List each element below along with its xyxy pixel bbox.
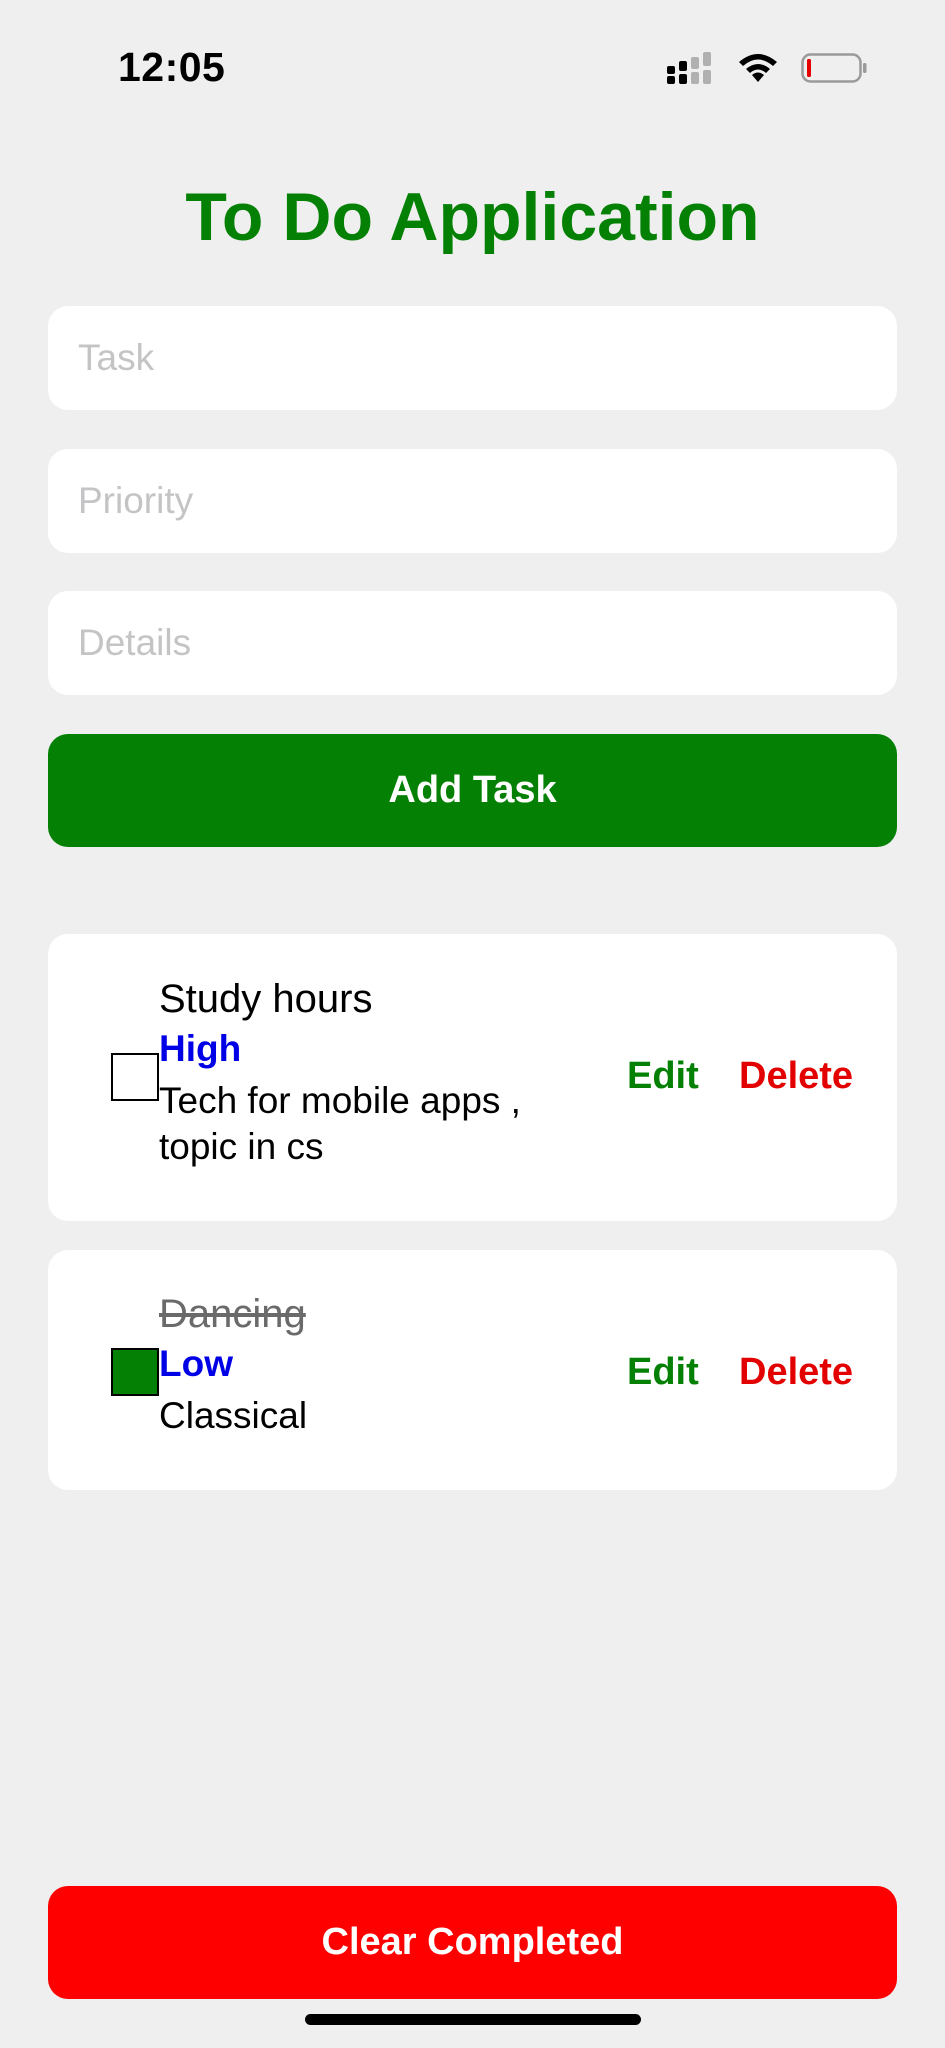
- task-details: Tech for mobile apps , topic in cs: [159, 1080, 521, 1167]
- edit-button[interactable]: Edit: [627, 1351, 699, 1394]
- details-input[interactable]: [78, 622, 897, 664]
- delete-button[interactable]: Delete: [739, 1351, 853, 1394]
- task-priority: Low: [159, 1343, 233, 1384]
- task-card: Dancing Low Classical Edit Delete: [48, 1250, 897, 1490]
- task-text: Study hours High Tech for mobile apps , …: [159, 974, 589, 1170]
- task-checkbox[interactable]: [111, 1053, 159, 1101]
- page-title: To Do Application: [185, 179, 760, 255]
- status-icons: [667, 52, 867, 84]
- edit-button[interactable]: Edit: [627, 1055, 699, 1098]
- task-field[interactable]: [48, 306, 897, 410]
- task-details: Classical: [159, 1395, 308, 1436]
- task-checkbox-checked[interactable]: [111, 1348, 159, 1396]
- clear-completed-button[interactable]: Clear Completed: [48, 1886, 897, 1999]
- battery-icon: [801, 53, 867, 83]
- task-name: Dancing: [159, 1292, 306, 1336]
- task-text: Dancing Low Classical: [159, 1289, 589, 1439]
- details-field[interactable]: [48, 591, 897, 695]
- status-time: 12:05: [118, 44, 226, 90]
- task-card: Study hours High Tech for mobile apps , …: [48, 934, 897, 1221]
- delete-button[interactable]: Delete: [739, 1055, 853, 1098]
- app-screen: 12:05 To Do Application Task Priority De…: [0, 0, 945, 2048]
- priority-input[interactable]: [78, 480, 897, 522]
- task-priority: High: [159, 1028, 242, 1069]
- wifi-icon: [739, 54, 777, 82]
- priority-field[interactable]: [48, 449, 897, 553]
- task-input[interactable]: [78, 337, 897, 379]
- add-task-button[interactable]: Add Task: [48, 734, 897, 847]
- home-indicator[interactable]: [305, 2014, 641, 2025]
- task-name: Study hours: [159, 977, 373, 1021]
- cellular-signal-icon: [667, 52, 711, 84]
